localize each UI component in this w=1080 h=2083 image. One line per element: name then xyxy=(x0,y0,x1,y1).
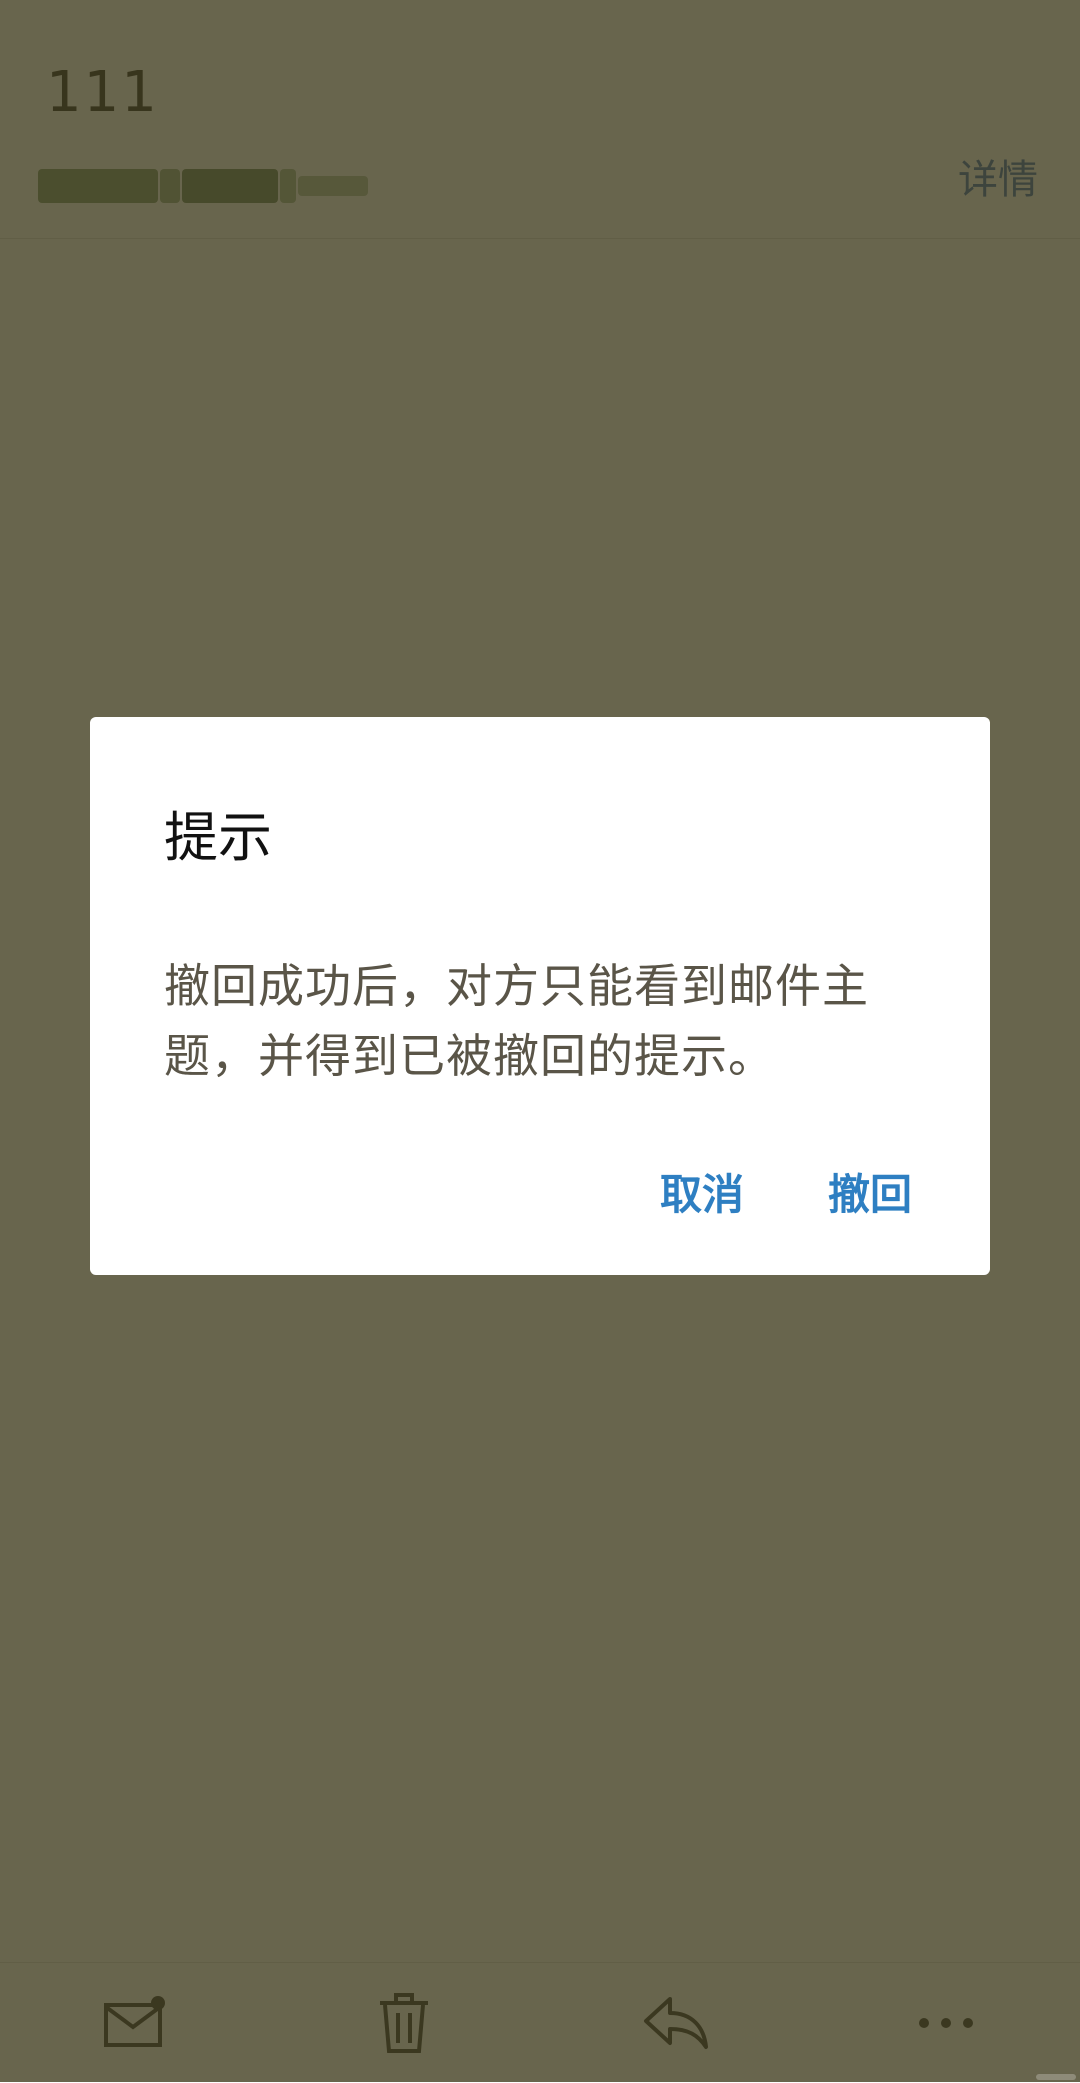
recall-confirm-dialog: 提示 撤回成功后，对方只能看到邮件主题，并得到已被撤回的提示。 取消 撤回 xyxy=(90,717,990,1275)
email-detail-screen: 111 详情 xyxy=(0,0,1080,2082)
dialog-title: 提示 xyxy=(164,806,272,869)
cancel-button[interactable]: 取消 xyxy=(650,1157,754,1233)
dialog-message: 撤回成功后，对方只能看到邮件主题，并得到已被撤回的提示。 xyxy=(164,959,869,1083)
scroll-indicator xyxy=(1036,2074,1076,2080)
recall-button[interactable]: 撤回 xyxy=(818,1157,922,1233)
